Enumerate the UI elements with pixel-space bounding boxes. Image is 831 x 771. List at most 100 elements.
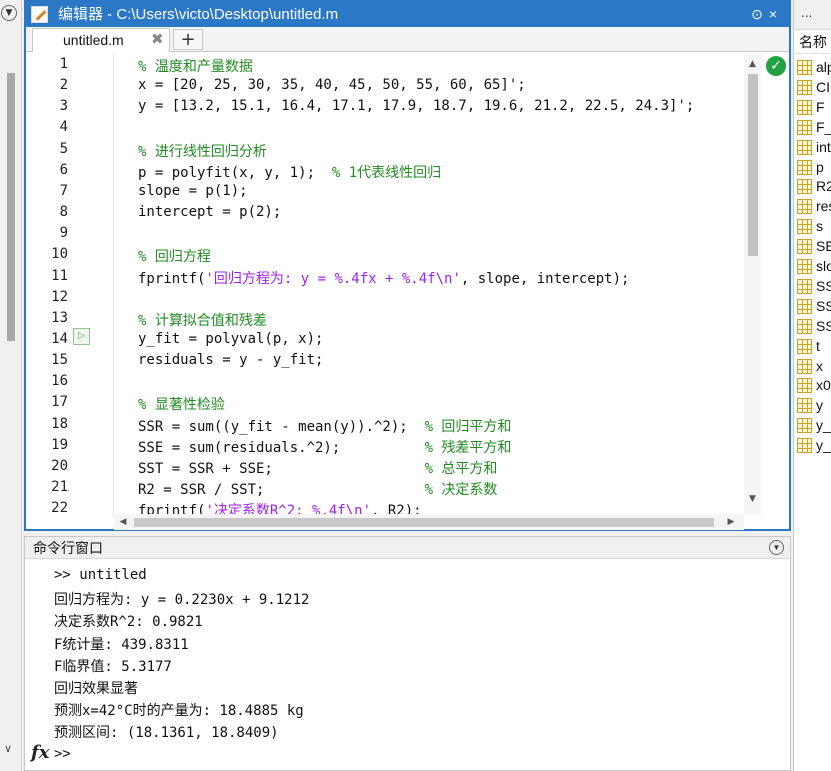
horizontal-scroll-thumb[interactable]	[134, 518, 714, 527]
scroll-down-icon[interactable]: ▼	[744, 491, 761, 507]
variable-matrix-icon	[797, 298, 812, 314]
line-number: 12	[51, 288, 68, 305]
code-line[interactable]: x = [20, 25, 30, 35, 40, 45, 50, 55, 60,…	[138, 77, 526, 93]
variable-matrix-icon	[797, 179, 812, 195]
code-line[interactable]: % 温度和产量数据	[138, 56, 253, 76]
code-line[interactable]: SSE = sum(residuals.^2); % 残差平方和	[138, 437, 511, 457]
workspace-variable-name: R2	[816, 178, 831, 195]
code-comment: % 残差平方和	[424, 439, 512, 456]
workspace-variable[interactable]: F_crit	[797, 118, 831, 137]
variable-matrix-icon	[797, 378, 812, 394]
workspace-variable[interactable]: SSR	[797, 297, 831, 316]
workspace-panel: ... 名称 alpha CI F F_crit interval p R2 residual…	[793, 0, 831, 771]
workspace-column-name[interactable]: 名称	[794, 30, 831, 54]
workspace-variable-name: x	[816, 357, 823, 374]
code-line[interactable]: SSR = sum((y_fit - mean(y)).^2); % 回归平方和	[138, 416, 511, 436]
workspace-variable-name: residuals	[816, 198, 831, 215]
workspace-variable-name: alpha	[816, 59, 831, 75]
line-number: 7	[59, 182, 68, 199]
code-comment: % 1代表线性回归	[331, 164, 442, 181]
code-line[interactable]: residuals = y - y_fit;	[138, 352, 323, 368]
workspace-variable[interactable]: CI	[797, 78, 830, 97]
workspace-variable[interactable]: x	[797, 357, 823, 376]
workspace-variable-name: p	[816, 158, 824, 175]
code-line[interactable]: % 进行线性回归分析	[138, 141, 267, 161]
left-scrollbar-thumb[interactable]	[7, 73, 15, 341]
chevron-down-icon[interactable]: ∨	[4, 742, 12, 755]
command-output-line: 回归方程为: y = 0.2230x + 9.1212	[54, 592, 310, 609]
code-line[interactable]: % 回归方程	[138, 246, 211, 266]
code-comment: % 进行线性回归分析	[138, 143, 267, 160]
command-window[interactable]: 命令行窗口 ▼ >> untitled 回归方程为: y = 0.2230x + …	[24, 536, 791, 771]
code-line[interactable]: R2 = SSR / SST; % 决定系数	[138, 479, 497, 499]
workspace-variable[interactable]: alpha	[797, 58, 831, 77]
code-text: , slope, intercept);	[460, 270, 630, 287]
code-comment: % 显著性检验	[138, 397, 225, 414]
code-text: fprintf(	[138, 270, 206, 287]
workspace-variable[interactable]: residuals	[797, 197, 831, 216]
code-text: y = [13.2, 15.1, 16.4, 17.1, 17.9, 18.7,…	[138, 98, 695, 115]
workspace-variable[interactable]: F	[797, 98, 825, 117]
scroll-up-icon[interactable]: ▲	[744, 56, 761, 72]
tab-close-icon[interactable]: ✖	[151, 29, 164, 51]
workspace-variable[interactable]: s	[797, 217, 823, 236]
variable-matrix-icon	[797, 60, 812, 75]
editor-window-buttons[interactable]: ⊙×	[751, 2, 783, 27]
code-line[interactable]: y_fit = polyval(p, x);	[138, 331, 323, 347]
new-tab-button[interactable]: +	[173, 29, 203, 50]
variable-matrix-icon	[797, 398, 812, 414]
command-output-line: 预测x=42°C时的产量为: 18.4885 kg	[54, 703, 304, 720]
panel-options-icon[interactable]: ▼	[1, 5, 17, 21]
code-line[interactable]: y = [13.2, 15.1, 16.4, 17.1, 17.9, 18.7,…	[138, 98, 694, 114]
code-line[interactable]: % 计算拟合值和残差	[138, 310, 267, 330]
variable-matrix-icon	[797, 199, 812, 215]
variable-matrix-icon	[797, 278, 812, 294]
scroll-left-icon[interactable]: ◀	[116, 514, 130, 530]
code-editor[interactable]: % 温度和产量数据 x = [20, 25, 30, 35, 40, 45, 50…	[138, 54, 748, 517]
code-string: '回归方程为: y = %.4fx + %.4f\n'	[205, 270, 461, 287]
workspace-variable[interactable]: R2	[797, 177, 831, 196]
variable-matrix-icon	[797, 139, 812, 155]
command-output-line: >> untitled	[54, 567, 147, 583]
workspace-variable[interactable]: SE	[797, 237, 831, 256]
variable-matrix-icon	[797, 259, 812, 274]
line-number: 13	[51, 309, 68, 326]
line-number: 1	[59, 56, 68, 72]
workspace-variable-name: s	[816, 218, 823, 235]
editor-icon	[31, 6, 48, 23]
line-number: 9	[59, 225, 68, 242]
horizontal-scrollbar[interactable]: ◀ ▶	[114, 514, 744, 530]
code-line[interactable]: fprintf('回归方程为: y = %.4fx + %.4f\n', slo…	[138, 268, 629, 288]
command-window-options-icon[interactable]: ▼	[769, 540, 784, 555]
code-line[interactable]: intercept = p(2);	[138, 204, 281, 220]
workspace-variable[interactable]: y_fit	[797, 416, 831, 435]
vertical-scroll-thumb[interactable]	[748, 74, 758, 256]
workspace-variable[interactable]: SSE	[797, 277, 831, 296]
workspace-variable[interactable]: y_pred	[797, 436, 831, 455]
line-number: 5	[59, 140, 68, 157]
vertical-scrollbar[interactable]: ▲ ▼	[744, 54, 761, 514]
workspace-menu[interactable]: ...	[794, 0, 831, 30]
code-line[interactable]: % 显著性检验	[138, 394, 225, 414]
workspace-variable[interactable]: SST	[797, 317, 831, 336]
line-number: 20	[51, 457, 68, 474]
code-analyzer-ok-icon[interactable]: ✓	[766, 56, 786, 76]
workspace-variable[interactable]: p	[797, 158, 824, 177]
code-line[interactable]: p = polyfit(x, y, 1); % 1代表线性回归	[138, 162, 441, 182]
command-prompt[interactable]: >>	[54, 746, 71, 762]
workspace-variable-name: SST	[816, 317, 831, 334]
code-line[interactable]: SST = SSR + SSE; % 总平方和	[138, 458, 497, 478]
workspace-variable[interactable]: y	[797, 396, 823, 415]
tab-untitled[interactable]: untitled.m ✖	[32, 28, 170, 52]
function-browser-icon[interactable]: fx	[31, 742, 49, 763]
workspace-variable-name: y_pred	[816, 437, 831, 454]
workspace-variable[interactable]: interval	[797, 138, 831, 157]
workspace-variable[interactable]: t	[797, 337, 820, 356]
workspace-variable[interactable]: slope	[797, 257, 831, 276]
code-text: residuals = y - y_fit;	[138, 352, 324, 369]
code-line[interactable]: slope = p(1);	[138, 183, 248, 199]
run-section-icon[interactable]: ▷	[73, 328, 90, 345]
code-area[interactable]: ▷ 1 2 3 4 5 6 7 8 9 10 11 12 13 14 15 16 17 18 19 20 21 22 % …	[26, 54, 789, 530]
workspace-variable[interactable]: x0	[797, 376, 831, 395]
scroll-right-icon[interactable]: ▶	[724, 514, 738, 530]
